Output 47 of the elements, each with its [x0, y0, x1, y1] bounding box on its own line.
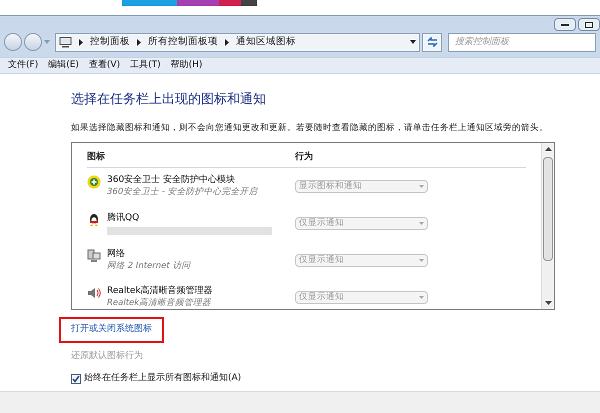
checkbox[interactable] — [71, 374, 81, 384]
breadcrumb-item[interactable]: 控制面板 — [90, 34, 130, 50]
breadcrumb-arrow-icon[interactable] — [137, 38, 141, 46]
minimize-button[interactable] — [554, 18, 576, 31]
caret-icon — [419, 296, 424, 299]
computer-icon — [59, 36, 72, 48]
menu-item[interactable]: 帮助(H) — [170, 58, 202, 72]
scrollbar[interactable] — [541, 143, 554, 310]
speaker-icon — [87, 286, 101, 300]
breadcrumb-item[interactable]: 通知区域图标 — [236, 34, 296, 50]
menu-item[interactable]: 文件(F) — [8, 58, 38, 72]
maximize-button[interactable] — [578, 18, 600, 31]
caret-icon — [419, 184, 424, 188]
program-name: 网络 — [107, 248, 126, 260]
program-name: 腾讯QQ — [107, 212, 140, 224]
program-name: 360安全卫士 安全防护中心模块 — [107, 174, 236, 186]
caret-icon — [419, 222, 424, 225]
refresh-button[interactable] — [422, 32, 442, 52]
search-field[interactable]: 搜索控制面板 — [448, 32, 596, 52]
refresh-icon — [426, 37, 438, 47]
page-heading: 选择在任务栏上出现的图标和通知 — [71, 91, 267, 109]
menu-item[interactable]: 编辑(E) — [48, 58, 79, 72]
dropdown-caret-icon[interactable] — [410, 40, 416, 44]
scroll-up-icon[interactable] — [544, 147, 552, 152]
maximize-icon — [585, 22, 593, 28]
program-description: Realtek高清晰音频管理器 — [107, 297, 212, 310]
scroll-down-icon[interactable] — [544, 301, 552, 306]
program-description: 360安全卫士 - 安全防护中心完全开启 — [107, 186, 258, 198]
address-bar[interactable]: 控制面板 所有控制面板项 通知区域图标 — [55, 32, 420, 52]
network-icon — [87, 249, 101, 264]
column-header: 行为 — [295, 151, 313, 164]
penguin-icon — [87, 212, 101, 227]
minimize-icon — [561, 24, 569, 26]
breadcrumb-item[interactable]: 所有控制面板项 — [148, 34, 218, 50]
menu-item[interactable]: 工具(T) — [130, 58, 161, 72]
program-name: Realtek高清晰音频管理器 — [107, 285, 213, 298]
column-header: 图标 — [87, 151, 106, 164]
description-text: 如果选择隐藏图标和通知，则不会向您通知更改和更新。若要随时查看隐藏的图标，请单击任务栏上通知区域旁的箭头。 — [71, 122, 549, 134]
breadcrumb-arrow-icon[interactable] — [225, 38, 229, 46]
checkbox-label: 始终在任务栏上显示所有图标和通知(A) — [84, 372, 242, 386]
link[interactable]: 打开或关闭系统图标 — [59, 317, 164, 343]
program-description: 网络 2 Internet 访问 — [107, 260, 190, 272]
shield-icon — [87, 175, 101, 190]
menu-item[interactable]: 查看(V) — [88, 58, 120, 72]
scrollbar-thumb[interactable] — [543, 157, 553, 262]
breadcrumb-arrow-icon[interactable] — [79, 38, 83, 46]
caret-icon — [419, 258, 424, 262]
